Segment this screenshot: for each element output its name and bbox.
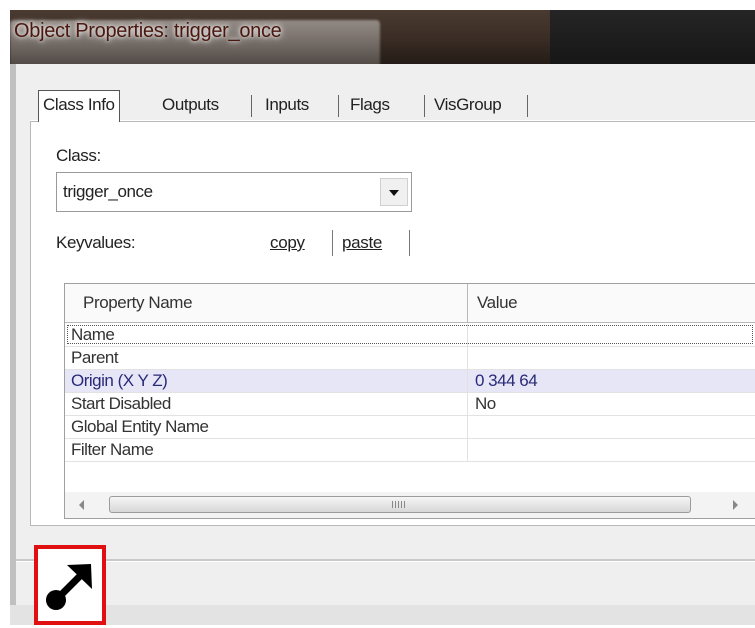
row-column-divider — [467, 439, 468, 461]
button-separator — [409, 230, 410, 256]
scroll-left-arrow-icon[interactable] — [79, 500, 84, 510]
row-column-divider — [467, 347, 468, 369]
property-row-start-disabled[interactable]: Start Disabled No — [65, 393, 755, 416]
tab-inputs[interactable]: Inputs — [265, 91, 309, 121]
focus-rectangle — [67, 325, 753, 344]
tab-outputs[interactable]: Outputs — [162, 91, 219, 121]
property-row-name[interactable]: Name — [65, 324, 755, 347]
tab-separator — [338, 95, 339, 117]
row-column-divider — [467, 393, 468, 415]
row-column-divider — [467, 324, 468, 346]
property-name-cell: Parent — [71, 348, 119, 367]
property-row-parent[interactable]: Parent — [65, 347, 755, 370]
resize-arrow-icon — [46, 564, 92, 610]
property-name-cell: Name — [71, 325, 115, 344]
tab-class-info[interactable]: Class Info — [38, 90, 120, 122]
column-header-value[interactable]: Value — [477, 293, 518, 313]
property-name-cell: Filter Name — [71, 440, 154, 459]
class-combobox-value: trigger_once — [63, 182, 153, 201]
tab-separator — [424, 95, 425, 117]
dialog-bottom-strip — [10, 605, 755, 625]
tab-panel-border-left — [30, 121, 31, 525]
property-name-cell: Global Entity Name — [71, 417, 209, 436]
property-value-cell[interactable]: No — [475, 394, 496, 414]
column-divider[interactable] — [467, 284, 468, 322]
copy-button[interactable]: copy — [270, 230, 305, 258]
property-row-filter-name[interactable]: Filter Name — [65, 439, 755, 462]
class-combobox[interactable]: trigger_once — [56, 172, 412, 212]
column-header-property-name[interactable]: Property Name — [83, 293, 193, 313]
tab-panel-border-top — [30, 121, 755, 122]
highlighted-resize-target[interactable] — [34, 545, 106, 625]
row-column-divider — [467, 370, 468, 392]
property-grid[interactable]: Property Name Value Name Parent Origin (… — [64, 283, 755, 519]
tab-panel-border-bottom — [30, 525, 755, 526]
class-label: Class: — [56, 146, 101, 165]
property-value-cell[interactable]: 0 344 64 — [475, 371, 538, 391]
window-title: Object Properties: trigger_once — [14, 20, 282, 42]
paste-button[interactable]: paste — [342, 230, 382, 258]
dialog-left-edge — [10, 64, 16, 624]
property-row-origin[interactable]: Origin (X Y Z) 0 344 64 — [65, 370, 755, 393]
bottom-separator — [16, 559, 755, 562]
scrollbar-thumb[interactable] — [109, 496, 691, 513]
row-column-divider — [467, 416, 468, 438]
horizontal-scrollbar[interactable] — [65, 492, 755, 518]
button-separator — [332, 230, 333, 256]
tab-visgroup[interactable]: VisGroup — [434, 91, 502, 121]
property-name-cell: Origin (X Y Z) — [71, 371, 168, 390]
property-row-global-entity-name[interactable]: Global Entity Name — [65, 416, 755, 439]
tab-flags[interactable]: Flags — [350, 91, 390, 121]
class-combobox-button[interactable] — [380, 178, 408, 206]
scrollbar-grip-icon — [392, 501, 406, 508]
keyvalues-label: Keyvalues: — [56, 233, 136, 252]
property-name-cell: Start Disabled — [71, 394, 171, 413]
tab-separator — [251, 95, 252, 117]
screenshot-stage: Object Properties: trigger_once Class In… — [0, 0, 755, 628]
dropdown-arrow-icon — [389, 190, 399, 196]
property-grid-header: Property Name Value — [65, 284, 755, 323]
tab-separator — [527, 95, 528, 117]
scroll-right-arrow-icon[interactable] — [733, 500, 738, 510]
